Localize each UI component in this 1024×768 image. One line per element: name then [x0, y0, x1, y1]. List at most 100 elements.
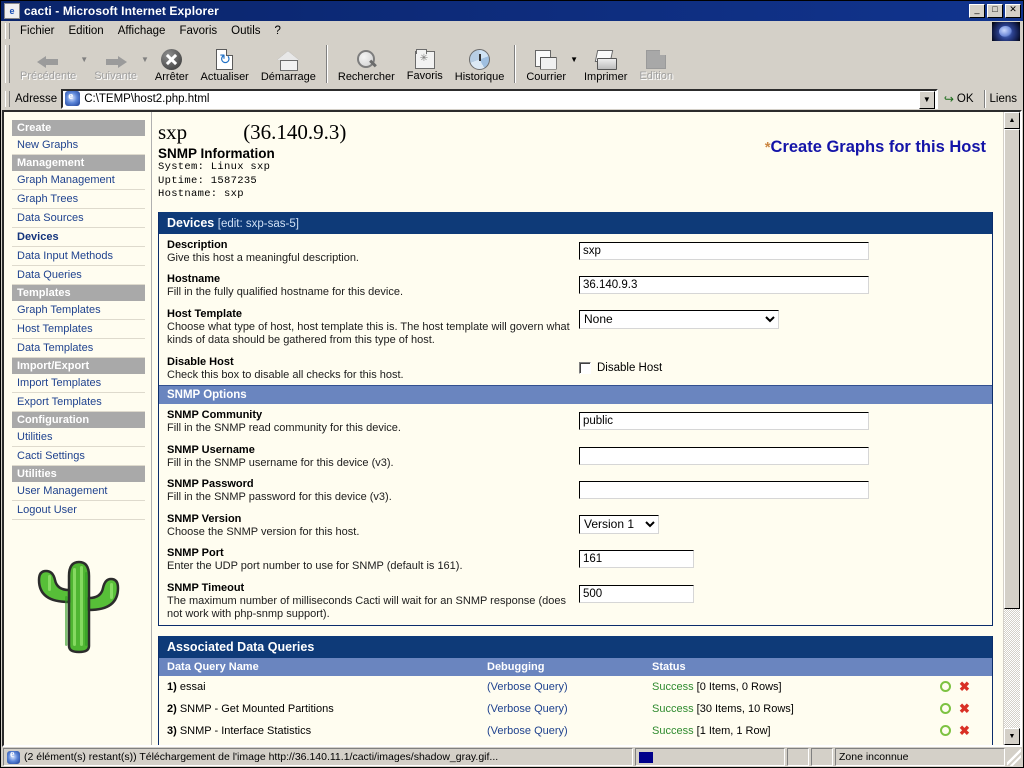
app-icon: e	[4, 3, 20, 19]
sidebar-item-graph-trees[interactable]: Graph Trees	[12, 190, 145, 209]
forward-button[interactable]: Suivante	[88, 42, 143, 86]
home-button[interactable]: Démarrage	[255, 42, 322, 86]
toolbar-grip[interactable]	[5, 45, 10, 83]
forward-dropdown-caret-icon[interactable]: ▼	[141, 55, 149, 86]
red-x-delete-icon[interactable]: ✖	[959, 724, 970, 737]
sidebar-item-data-sources[interactable]: Data Sources	[12, 209, 145, 228]
print-button[interactable]: Imprimer	[578, 42, 633, 86]
verbose-query-link[interactable]: (Verbose Query)	[487, 725, 568, 737]
stop-icon	[161, 48, 183, 70]
menu-item-favoris[interactable]: Favoris	[172, 23, 224, 39]
description-input[interactable]	[579, 241, 869, 260]
sidebar-item-graph-templates[interactable]: Graph Templates	[12, 301, 145, 320]
sidebar-section-import-export: Import/Export	[12, 358, 145, 374]
address-dropdown-button[interactable]: ▼	[918, 90, 935, 109]
mail-icon	[534, 49, 558, 70]
disable-host-checkbox-row[interactable]: Disable Host	[579, 358, 992, 374]
go-button[interactable]: ↪ OK	[938, 92, 980, 106]
title-bar: e cacti - Microsoft Internet Explorer _ …	[1, 1, 1023, 21]
history-button[interactable]: Historique	[449, 42, 511, 86]
sidebar-item-utilities[interactable]: Utilities	[12, 428, 145, 447]
mail-dropdown-caret-icon[interactable]: ▼	[570, 55, 578, 86]
row-query-name: SNMP - Get Mounted Partitions	[179, 702, 334, 715]
maximize-button[interactable]: □	[987, 4, 1003, 18]
verbose-query-link[interactable]: (Verbose Query)	[487, 703, 568, 715]
back-button[interactable]: Précédente	[14, 42, 82, 86]
table-row: 1) essai (Verbose Query) Success [0 Item…	[159, 676, 992, 698]
field-row-description: Description Give this host a meaningful …	[159, 234, 992, 269]
mail-button[interactable]: Courrier	[520, 42, 572, 86]
history-clock-icon	[469, 48, 491, 70]
refresh-button-label: Actualiser	[200, 70, 249, 83]
menu-item-help[interactable]: ?	[268, 23, 288, 39]
menu-bar: Fichier Edition Affichage Favoris Outils…	[1, 21, 1023, 42]
create-graphs-link[interactable]: *Create Graphs for this Host	[765, 138, 986, 157]
scrollbar-thumb[interactable]	[1004, 129, 1020, 609]
row-query-name: SNMP - Interface Statistics	[179, 724, 312, 737]
sidebar-item-logout-user[interactable]: Logout User	[12, 501, 145, 520]
snmp-version-help: Choose the SNMP version for this host.	[167, 525, 360, 538]
back-dropdown-caret-icon[interactable]: ▼	[80, 55, 88, 86]
scrollbar-track[interactable]	[1004, 129, 1020, 728]
sidebar-item-user-management[interactable]: User Management	[12, 482, 145, 501]
hostname-input[interactable]	[579, 276, 869, 294]
host-template-select[interactable]: None	[579, 309, 779, 329]
print-button-label: Imprimer	[583, 70, 628, 83]
address-input[interactable]: C:\TEMP\host2.php.html ▼	[61, 88, 938, 109]
edit-button[interactable]: Edition	[633, 42, 679, 86]
sidebar-item-data-templates[interactable]: Data Templates	[12, 339, 145, 358]
sidebar-item-import-templates[interactable]: Import Templates	[12, 374, 145, 393]
verbose-query-link[interactable]: (Verbose Query)	[487, 681, 568, 693]
sidebar-item-data-input-methods[interactable]: Data Input Methods	[12, 247, 145, 266]
snmp-version-select[interactable]: Version 1	[579, 514, 659, 534]
snmp-community-input[interactable]	[579, 412, 869, 430]
sidebar-item-graph-management[interactable]: Graph Management	[12, 171, 145, 190]
scroll-up-button[interactable]: ▲	[1004, 112, 1020, 129]
favorites-button[interactable]: Favoris	[401, 42, 449, 86]
snmp-password-input[interactable]	[579, 481, 869, 499]
home-button-label: Démarrage	[260, 70, 316, 83]
progress-fill	[639, 751, 653, 763]
disable-host-checkbox[interactable]	[579, 361, 591, 374]
snmp-port-input[interactable]	[579, 550, 694, 568]
search-button[interactable]: Rechercher	[332, 42, 401, 86]
host-template-label: Host Template	[167, 307, 242, 320]
refresh-button[interactable]: Actualiser	[195, 42, 255, 86]
snmp-username-input[interactable]	[579, 446, 869, 465]
table-row: 2) SNMP - Get Mounted Partitions (Verbos…	[159, 698, 992, 720]
row-status-word: Success	[652, 702, 694, 715]
red-x-delete-icon[interactable]: ✖	[959, 680, 970, 693]
close-button[interactable]: ✕	[1005, 4, 1021, 18]
sidebar-item-new-graphs[interactable]: New Graphs	[12, 136, 145, 155]
green-circle-reload-icon[interactable]	[940, 725, 951, 736]
sidebar-item-data-queries[interactable]: Data Queries	[12, 266, 145, 285]
address-grip[interactable]	[5, 90, 10, 107]
sidebar-item-export-templates[interactable]: Export Templates	[12, 393, 145, 412]
resize-grip[interactable]	[1007, 748, 1021, 766]
close-icon: ✕	[1009, 4, 1017, 14]
menu-item-affichage[interactable]: Affichage	[111, 23, 173, 39]
scroll-down-button[interactable]: ▼	[1004, 728, 1020, 745]
menu-grip[interactable]	[5, 23, 10, 39]
green-circle-reload-icon[interactable]	[940, 681, 951, 692]
mail-button-label: Courrier	[526, 70, 567, 83]
snmp-port-label: SNMP Port	[167, 547, 224, 559]
field-row-hostname: Hostname Fill in the fully qualified hos…	[159, 268, 992, 303]
sidebar-item-cacti-settings[interactable]: Cacti Settings	[12, 447, 145, 466]
snmp-timeout-input[interactable]	[579, 584, 694, 603]
minimize-button[interactable]: _	[969, 4, 985, 18]
vertical-scrollbar[interactable]: ▲ ▼	[1003, 112, 1020, 745]
address-bar: Adresse C:\TEMP\host2.php.html ▼ ↪ OK Li…	[1, 86, 1023, 110]
menu-item-edition[interactable]: Edition	[62, 23, 111, 39]
menu-item-fichier[interactable]: Fichier	[13, 23, 62, 39]
stop-button[interactable]: Arrêter	[149, 42, 195, 86]
links-button[interactable]: Liens	[990, 93, 1024, 105]
menu-item-outils[interactable]: Outils	[224, 23, 267, 39]
sidebar-section-management: Management	[12, 155, 145, 171]
security-zone-label: Zone inconnue	[839, 751, 909, 763]
security-zone-pane[interactable]: Zone inconnue	[835, 748, 1005, 766]
red-x-delete-icon[interactable]: ✖	[959, 702, 970, 715]
sidebar-item-host-templates[interactable]: Host Templates	[12, 320, 145, 339]
green-circle-reload-icon[interactable]	[940, 703, 951, 714]
sidebar-item-devices[interactable]: Devices	[12, 228, 145, 247]
